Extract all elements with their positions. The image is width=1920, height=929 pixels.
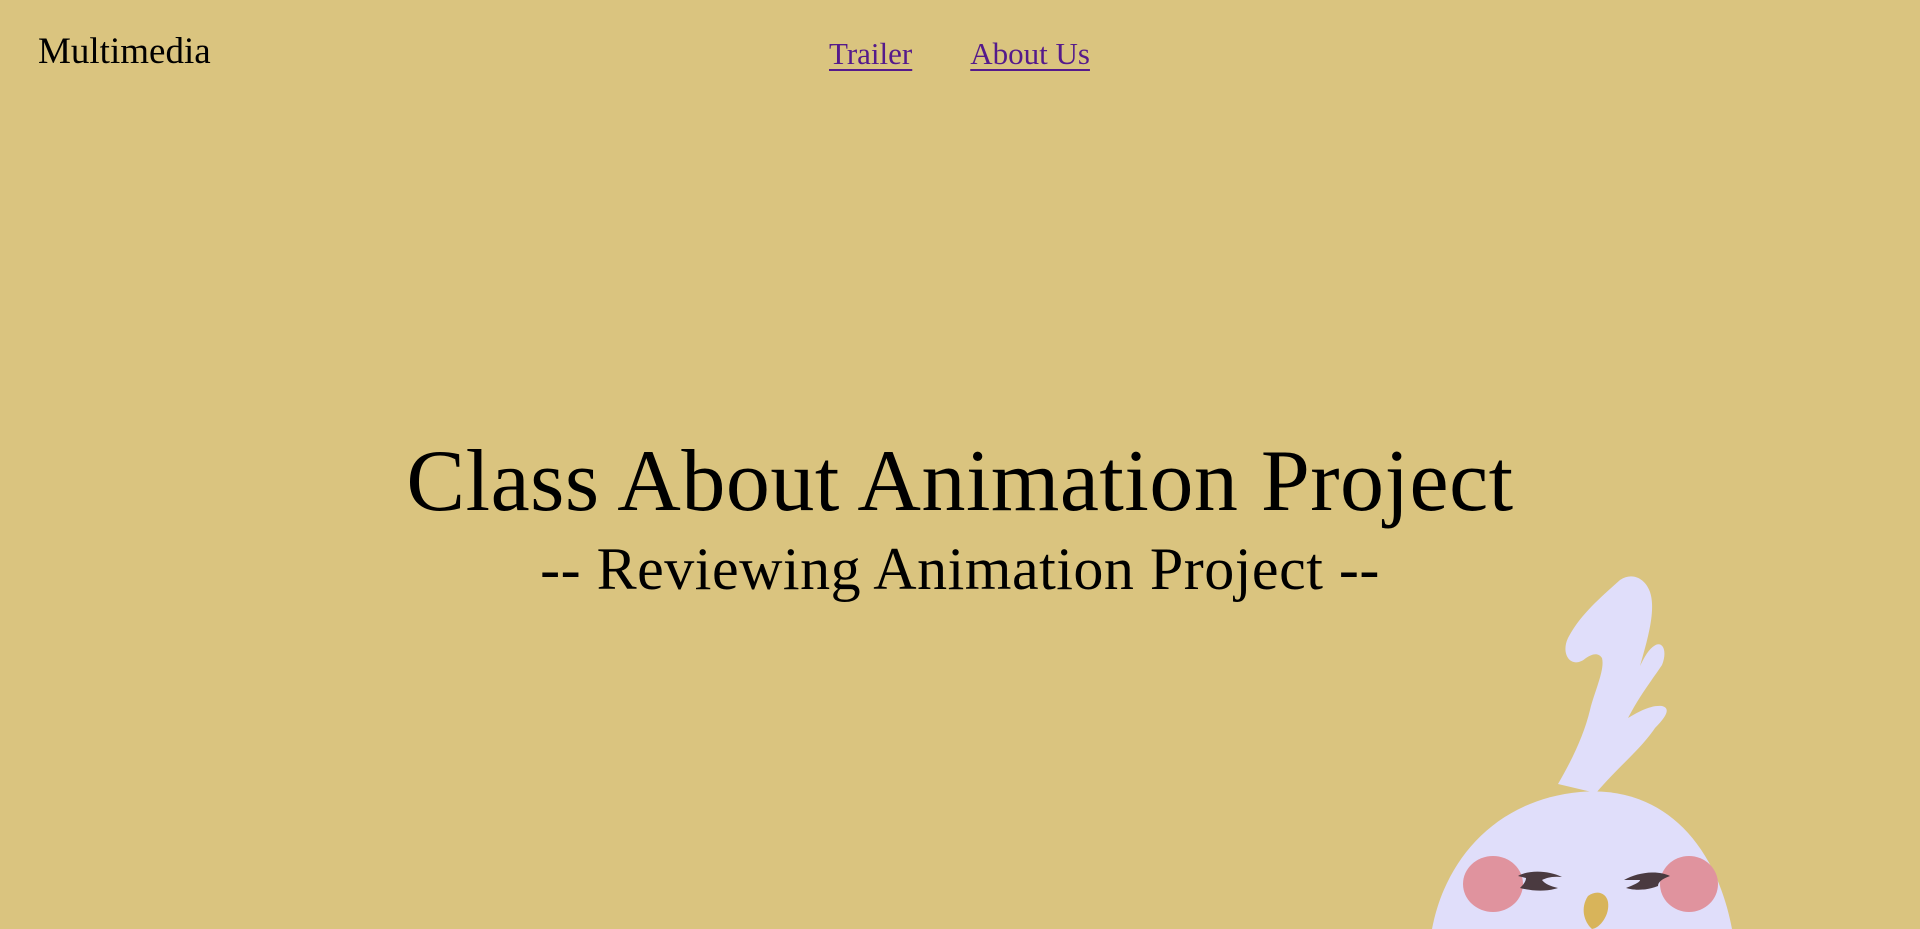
bird-mascot-illustration (1432, 576, 1732, 929)
bird-left-cheek (1463, 856, 1523, 912)
page: Multimedia Trailer About Us Class About … (0, 0, 1920, 929)
bird-right-cheek (1660, 856, 1718, 912)
bird-crest (1558, 576, 1667, 793)
nav-link-trailer[interactable]: Trailer (829, 32, 912, 76)
top-nav: Trailer About Us (829, 32, 1090, 76)
hero-title: Class About Animation Project (406, 433, 1514, 530)
brand-title: Multimedia (38, 31, 211, 72)
nav-link-about-us[interactable]: About Us (970, 32, 1090, 76)
